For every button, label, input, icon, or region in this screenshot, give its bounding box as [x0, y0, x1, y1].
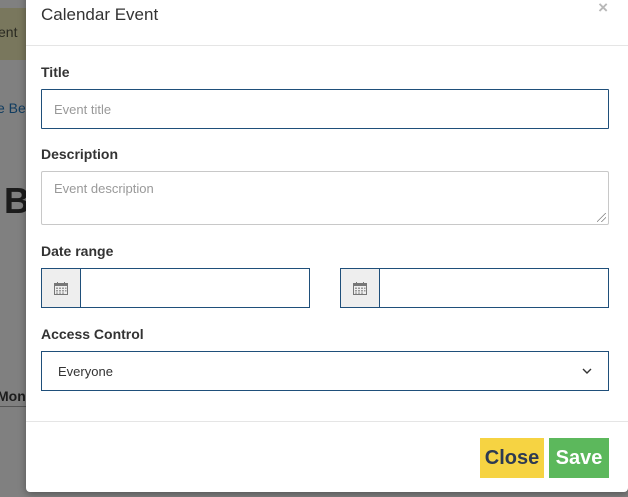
modal-header: Calendar Event × — [26, 0, 628, 46]
close-icon[interactable]: × — [598, 0, 608, 18]
resize-handle-icon[interactable] — [597, 213, 606, 222]
modal-footer: Close Save — [26, 421, 628, 492]
background-banner-text: ent — [0, 24, 18, 40]
background-divider — [0, 406, 26, 407]
title-input[interactable]: Event title — [41, 89, 609, 129]
description-placeholder: Event description — [54, 181, 154, 196]
chevron-down-icon — [582, 368, 592, 374]
start-date-group — [41, 268, 310, 308]
calendar-event-modal: Calendar Event × Title Event title Descr… — [26, 0, 628, 492]
end-date-group — [340, 268, 609, 308]
title-label: Title — [41, 64, 70, 80]
background-link: e Be — [0, 100, 26, 116]
end-date-calendar-button[interactable] — [340, 268, 379, 308]
background-banner: ent — [0, 8, 26, 60]
modal-title: Calendar Event — [41, 5, 159, 24]
end-date-input[interactable] — [379, 268, 609, 308]
description-label: Description — [41, 146, 119, 162]
access-control-value: Everyone — [58, 363, 113, 379]
start-date-input[interactable] — [80, 268, 310, 308]
calendar-icon — [54, 281, 68, 295]
save-button[interactable]: Save — [549, 438, 609, 478]
background-day-header: Mon — [0, 388, 26, 404]
access-control-label: Access Control — [41, 326, 144, 342]
start-date-calendar-button[interactable] — [41, 268, 80, 308]
access-control-select[interactable]: Everyone — [41, 351, 609, 391]
title-input-placeholder: Event title — [54, 101, 112, 117]
date-range-label: Date range — [41, 243, 114, 259]
calendar-icon — [353, 281, 367, 295]
close-button[interactable]: Close — [480, 438, 544, 478]
description-textarea[interactable]: Event description — [41, 171, 609, 225]
